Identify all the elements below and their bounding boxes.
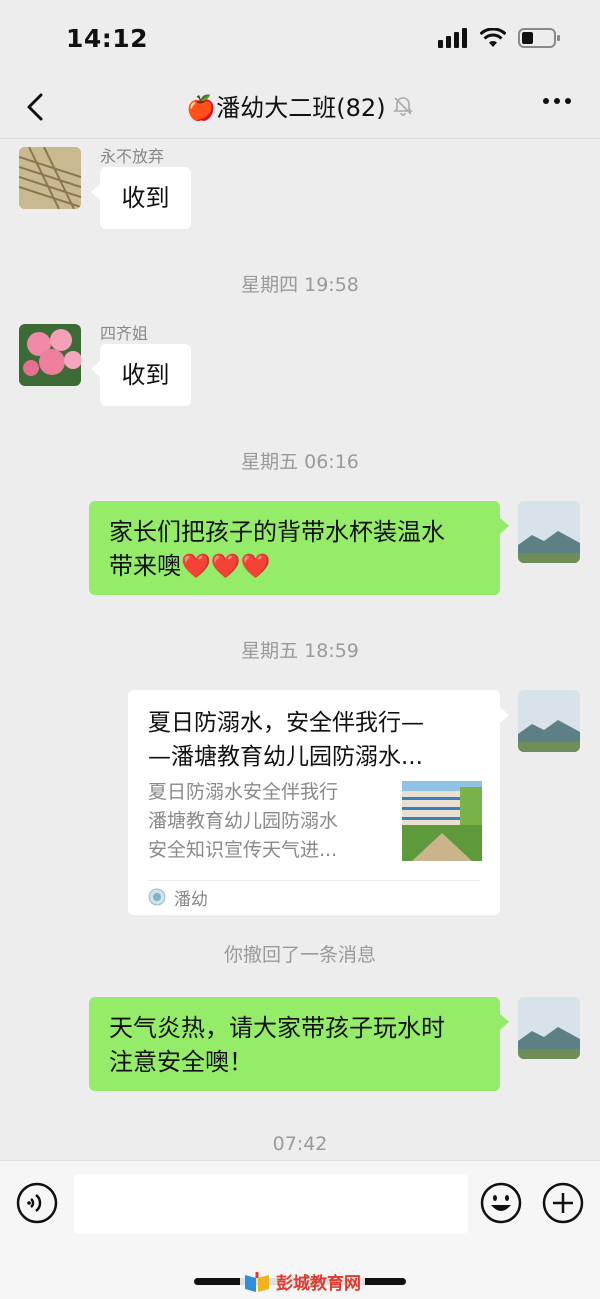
timestamp: 星期五 06:16 [241, 451, 359, 473]
header-divider [0, 138, 600, 139]
emoji-icon[interactable] [479, 1181, 523, 1225]
card-source: 潘幼 [148, 885, 208, 910]
signal-icon [438, 28, 467, 48]
card-desc-line: 夏日防溺水安全伴我行 [148, 781, 339, 803]
message-bubble-self[interactable]: 家长们把孩子的背带水杯装温水 带来噢❤️❤️❤️ [89, 501, 500, 595]
timestamp: 07:42 [272, 1133, 328, 1155]
battery-icon [518, 28, 560, 48]
bubble-tail [500, 1014, 509, 1030]
watermark: 彭城教育网 [240, 1269, 365, 1294]
message-line-wrap: 带来噢❤️❤️❤️ [109, 549, 500, 583]
card-title-line: —潘塘教育幼儿园防溺水... [148, 744, 423, 770]
timestamp: 星期四 19:58 [241, 274, 359, 296]
timestamp: 星期五 18:59 [241, 640, 359, 662]
bubble-tail [91, 184, 100, 200]
landscape-avatar-image [518, 501, 580, 563]
bubble-tail [500, 518, 509, 534]
my-avatar[interactable] [518, 501, 580, 563]
bubble-tail [500, 707, 509, 723]
watermark-text: 彭城教育网 [276, 1274, 361, 1294]
input-bar: 彭城教育网 [0, 1160, 600, 1299]
message-bubble-self[interactable]: 天气炎热，请大家带孩子玩水时 注意安全噢！ [89, 997, 500, 1091]
message-line: 带来噢 [109, 552, 181, 580]
status-time: 14:12 [66, 24, 149, 53]
my-avatar[interactable] [518, 690, 580, 752]
message-bubble[interactable]: 收到 [100, 344, 191, 406]
chat-title-wrap: 🍎潘幼大二班(82) [0, 88, 600, 123]
more-icon[interactable] [542, 96, 572, 106]
book-logo-icon [245, 1271, 269, 1292]
card-thumbnail [402, 781, 482, 861]
chat-title: 🍎潘幼大二班(82) [186, 94, 386, 122]
card-desc-line: 潘塘教育幼儿园防溺水 [148, 810, 339, 832]
avatar[interactable] [19, 147, 81, 209]
roses-avatar-image [19, 324, 81, 386]
message-bubble[interactable]: 收到 [100, 167, 191, 229]
wifi-icon [480, 28, 506, 47]
straw-avatar-image [19, 147, 81, 209]
status-bar: 14:12 [0, 0, 600, 80]
plus-icon[interactable] [541, 1181, 585, 1225]
message-line: 家长们把孩子的背带水杯装温水 [109, 518, 445, 546]
recall-notice: 你撤回了一条消息 [223, 944, 376, 966]
card-desc-line: 安全知识宣传天气进... [148, 839, 338, 861]
card-title-line: 夏日防溺水，安全伴我行— [148, 710, 424, 736]
card-source-name: 潘幼 [174, 889, 208, 910]
message-input[interactable] [74, 1174, 468, 1234]
card-description: 夏日防溺水安全伴我行 潘塘教育幼儿园防溺水 安全知识宣传天气进... [148, 778, 380, 865]
status-icons [438, 28, 560, 48]
heart-emoji: ❤️❤️❤️ [181, 552, 271, 580]
bubble-tail [91, 361, 100, 377]
avatar[interactable] [19, 324, 81, 386]
sender-name: 永不放弃 [100, 147, 165, 166]
chat-header: 🍎潘幼大二班(82) [0, 80, 600, 138]
card-title: 夏日防溺水，安全伴我行— —潘塘教育幼儿园防溺水... [148, 706, 478, 774]
message-line: 天气炎热，请大家带孩子玩水时 [109, 1014, 445, 1042]
landscape-avatar-image [518, 997, 580, 1059]
landscape-avatar-image [518, 690, 580, 752]
voice-icon[interactable] [15, 1181, 59, 1225]
card-separator [148, 880, 480, 881]
mute-bell-icon [392, 96, 413, 116]
article-card[interactable]: 夏日防溺水，安全伴我行— —潘塘教育幼儿园防溺水... 夏日防溺水安全伴我行 潘… [128, 690, 500, 915]
my-avatar[interactable] [518, 997, 580, 1059]
message-line: 注意安全噢！ [109, 1048, 253, 1076]
sender-name: 四齐姐 [100, 324, 149, 343]
source-logo-icon [148, 888, 166, 906]
school-image [402, 781, 482, 861]
